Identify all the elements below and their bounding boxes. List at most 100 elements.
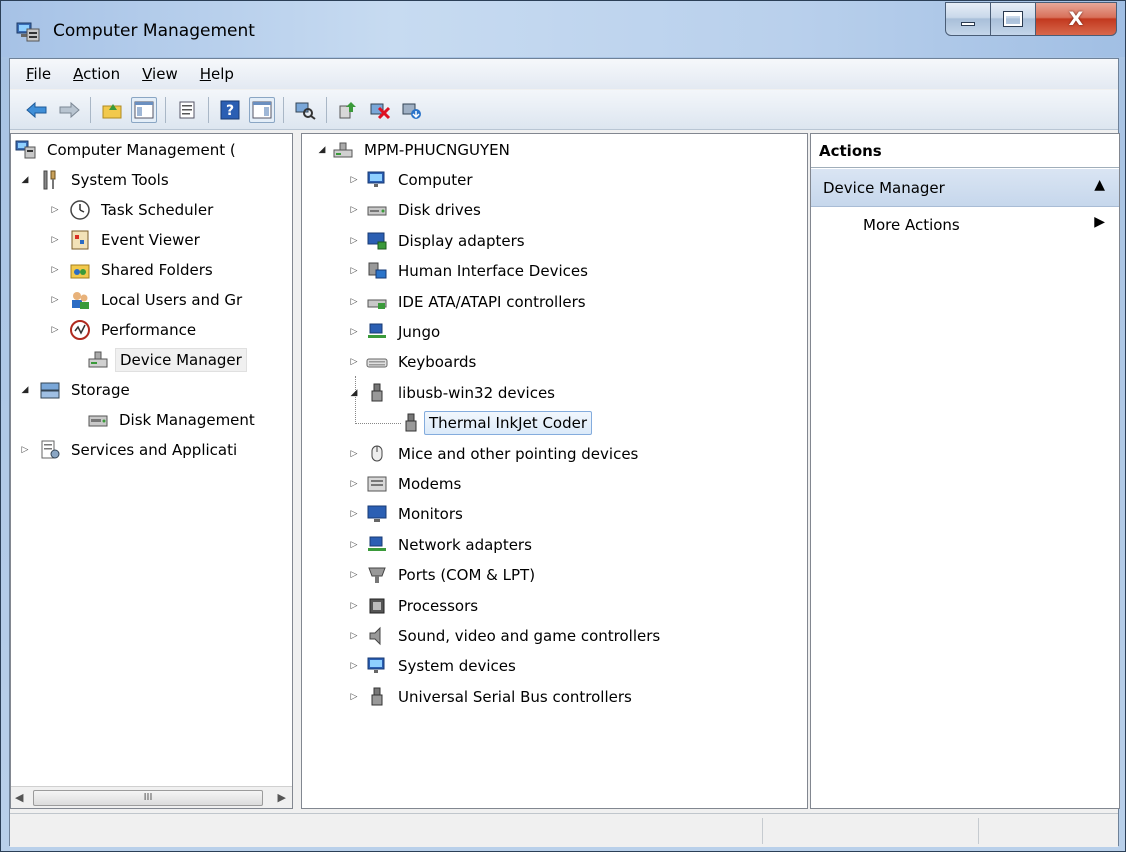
expand-triangle-icon[interactable]: ▷ bbox=[348, 357, 360, 367]
device-category-row[interactable]: ▷ Disk drives bbox=[348, 196, 485, 224]
expand-triangle-icon[interactable]: ▷ bbox=[348, 236, 360, 246]
tree-item-system-tools[interactable]: ◢ System Tools bbox=[19, 166, 173, 194]
tree-item-label: Computer Management ( bbox=[47, 141, 236, 159]
properties-button[interactable] bbox=[174, 97, 200, 123]
collapse-triangle-icon[interactable]: ◢ bbox=[316, 145, 328, 155]
device-category-row[interactable]: ▷ Mice and other pointing devices bbox=[348, 440, 642, 468]
expand-triangle-icon[interactable]: ▷ bbox=[49, 205, 61, 215]
network-adapter-icon bbox=[368, 536, 386, 551]
actions-header: Actions bbox=[811, 134, 1119, 168]
expand-triangle-icon[interactable]: ▷ bbox=[49, 325, 61, 335]
show-hide-console-tree-button[interactable] bbox=[131, 96, 157, 123]
expand-triangle-icon[interactable]: ▷ bbox=[348, 449, 360, 459]
device-category-row[interactable]: ▷ Processors bbox=[348, 592, 482, 620]
expand-triangle-icon[interactable]: ▷ bbox=[348, 509, 360, 519]
menu-action[interactable]: Action bbox=[73, 65, 120, 83]
collapse-triangle-icon[interactable]: ◢ bbox=[19, 385, 31, 395]
device-category-row[interactable]: ▷ IDE ATA/ATAPI controllers bbox=[348, 288, 590, 316]
actions-section-device-manager[interactable]: Device Manager ▲ bbox=[811, 169, 1119, 207]
more-actions-link[interactable]: More Actions bbox=[863, 216, 960, 234]
close-button[interactable]: X bbox=[1035, 2, 1117, 36]
tree-item-device-manager[interactable]: Device Manager bbox=[69, 346, 247, 374]
expand-triangle-icon[interactable]: ▷ bbox=[348, 479, 360, 489]
collapse-up-arrow-icon[interactable]: ▲ bbox=[1094, 177, 1105, 193]
expand-triangle-icon[interactable]: ▷ bbox=[19, 445, 31, 455]
title-bar[interactable]: Computer Management X bbox=[1, 1, 1125, 57]
tree-item-task-scheduler[interactable]: ▷ Task Scheduler bbox=[49, 196, 217, 224]
maximize-button[interactable] bbox=[990, 2, 1036, 36]
expand-triangle-icon[interactable]: ▷ bbox=[348, 570, 360, 580]
device-category-row[interactable]: ▷ Modems bbox=[348, 470, 465, 498]
expand-triangle-icon[interactable]: ▷ bbox=[348, 601, 360, 611]
system-tools-icon bbox=[43, 170, 56, 190]
horizontal-scrollbar[interactable]: ◀ III ▶ bbox=[11, 786, 292, 808]
device-category-row[interactable]: ▷ Computer bbox=[348, 166, 477, 194]
device-category-row[interactable]: ▷ Jungo bbox=[348, 318, 444, 346]
expand-triangle-icon[interactable]: ▷ bbox=[49, 295, 61, 305]
expand-triangle-icon[interactable]: ▷ bbox=[348, 205, 360, 215]
device-item-thermal-inkjet-coder[interactable]: Thermal InkJet Coder bbox=[400, 409, 593, 437]
collapse-triangle-icon[interactable]: ◢ bbox=[348, 388, 360, 398]
device-category-row[interactable]: ▷ Human Interface Devices bbox=[348, 257, 592, 285]
show-hide-tree-icon bbox=[134, 101, 154, 118]
tree-item-disk-management[interactable]: Disk Management bbox=[69, 406, 259, 434]
expand-triangle-icon[interactable]: ▷ bbox=[348, 631, 360, 641]
device-category-row[interactable]: ▷ Keyboards bbox=[348, 348, 480, 376]
device-category-row[interactable]: ▷ Universal Serial Bus controllers bbox=[348, 683, 636, 711]
expand-triangle-icon[interactable]: ▷ bbox=[49, 235, 61, 245]
expand-triangle-icon[interactable]: ▷ bbox=[348, 692, 360, 702]
device-category-row[interactable]: ▷ Display adapters bbox=[348, 227, 529, 255]
device-category-row[interactable]: ▷ System devices bbox=[348, 652, 520, 680]
device-tree-root-label: MPM-PHUCNGUYEN bbox=[364, 141, 510, 159]
scroll-right-arrow-icon[interactable]: ▶ bbox=[278, 791, 286, 804]
minimize-icon bbox=[961, 22, 975, 26]
uninstall-button[interactable] bbox=[367, 97, 393, 123]
scroll-left-arrow-icon[interactable]: ◀ bbox=[15, 791, 23, 804]
usb-controller-icon bbox=[371, 687, 383, 706]
collapse-triangle-icon[interactable]: ◢ bbox=[19, 175, 31, 185]
tree-item-label: Task Scheduler bbox=[101, 201, 214, 219]
scan-hardware-button[interactable] bbox=[292, 97, 318, 123]
device-category-row[interactable]: ▷ Network adapters bbox=[348, 531, 536, 559]
update-driver-button[interactable] bbox=[335, 97, 361, 123]
tree-item-performance[interactable]: ▷ Performance bbox=[49, 316, 200, 344]
tree-item-local-users-and-groups[interactable]: ▷ Local Users and Gr bbox=[49, 286, 246, 314]
computer-icon bbox=[333, 142, 353, 158]
expand-triangle-icon[interactable]: ▷ bbox=[348, 540, 360, 550]
device-tree-root[interactable]: ◢ MPM-PHUCNGUYEN bbox=[316, 136, 514, 164]
tree-item-storage[interactable]: ◢ Storage bbox=[19, 376, 134, 404]
scrollbar-thumb[interactable]: III bbox=[33, 790, 263, 806]
tree-item-label: Performance bbox=[101, 321, 197, 339]
expand-triangle-icon[interactable]: ▷ bbox=[348, 266, 360, 276]
expand-triangle-icon[interactable]: ▷ bbox=[348, 175, 360, 185]
device-category-row[interactable]: ▷ Monitors bbox=[348, 500, 467, 528]
menu-file[interactable]: File bbox=[26, 65, 51, 83]
menu-view[interactable]: View bbox=[142, 65, 178, 83]
device-category-row[interactable]: ▷ Ports (COM & LPT) bbox=[348, 561, 539, 589]
help-button[interactable]: ? bbox=[217, 97, 243, 123]
device-category-row[interactable]: ◢ libusb-win32 devices bbox=[348, 379, 559, 407]
menu-help[interactable]: Help bbox=[200, 65, 234, 83]
back-button[interactable] bbox=[24, 97, 50, 123]
tree-item-event-viewer[interactable]: ▷ Event Viewer bbox=[49, 226, 204, 254]
expand-triangle-icon[interactable]: ▷ bbox=[348, 661, 360, 671]
device-category-label: System devices bbox=[398, 657, 516, 675]
expand-triangle-icon[interactable]: ▷ bbox=[348, 327, 360, 337]
clock-icon bbox=[70, 200, 90, 220]
monitor-icon bbox=[367, 505, 387, 522]
toolbar: ? bbox=[10, 90, 1118, 130]
device-category-label: Computer bbox=[398, 171, 473, 189]
up-one-level-button[interactable] bbox=[99, 97, 125, 123]
show-hide-action-pane-button[interactable] bbox=[249, 96, 275, 123]
tree-item-services-and-applications[interactable]: ▷ Services and Applicati bbox=[19, 436, 241, 464]
submenu-right-arrow-icon[interactable]: ▶ bbox=[1094, 214, 1105, 230]
device-category-row[interactable]: ▷ Sound, video and game controllers bbox=[348, 622, 664, 650]
expand-triangle-icon[interactable]: ▷ bbox=[348, 297, 360, 307]
tree-item-shared-folders[interactable]: ▷ Shared Folders bbox=[49, 256, 217, 284]
expand-triangle-icon[interactable]: ▷ bbox=[49, 265, 61, 275]
enable-device-button[interactable] bbox=[399, 97, 425, 123]
tree-item-computer-management[interactable]: Computer Management ( bbox=[15, 136, 240, 164]
port-icon bbox=[368, 567, 386, 583]
forward-button[interactable] bbox=[56, 97, 82, 123]
minimize-button[interactable] bbox=[945, 2, 991, 36]
